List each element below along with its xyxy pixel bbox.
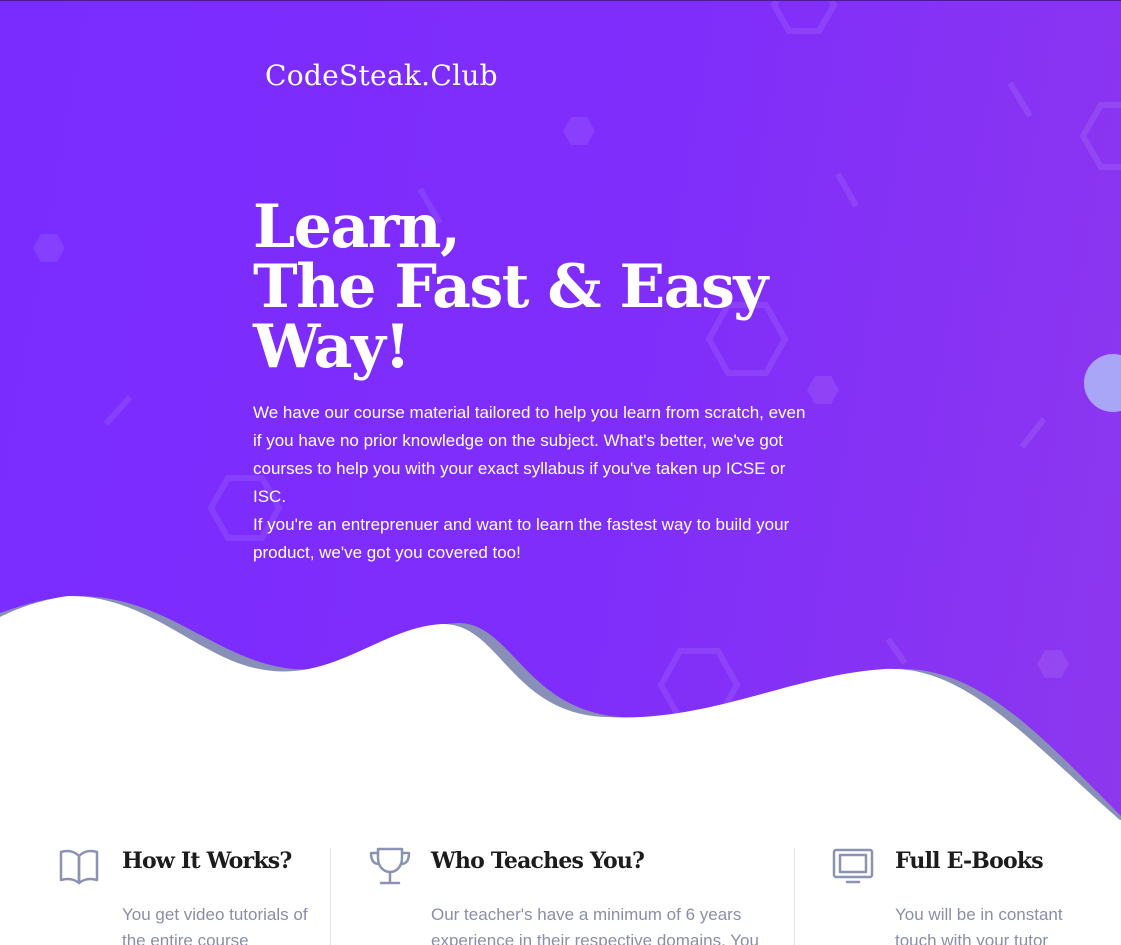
trophy-icon [369, 847, 411, 885]
feature-title: Who Teaches You? [431, 848, 645, 874]
feature-text: You get video tutorials of the entire co… [122, 905, 308, 945]
feature-text: You will be in constant touch with your … [895, 905, 1063, 945]
monitor-icon [832, 848, 874, 884]
hero-section: CodeSteak.Club Learn, The Fast & Easy Wa… [0, 0, 1121, 820]
hero-wave [0, 595, 1121, 820]
feature-divider [330, 848, 331, 945]
feature-divider [794, 848, 795, 945]
feature-title: How It Works? [122, 848, 292, 874]
feature-text: Our teacher's have a minimum of 6 years … [431, 905, 759, 945]
feature-title: Full E-Books [895, 848, 1044, 874]
book-icon [59, 849, 99, 885]
features-row: How It Works? You get video tutorials of… [0, 840, 1121, 945]
